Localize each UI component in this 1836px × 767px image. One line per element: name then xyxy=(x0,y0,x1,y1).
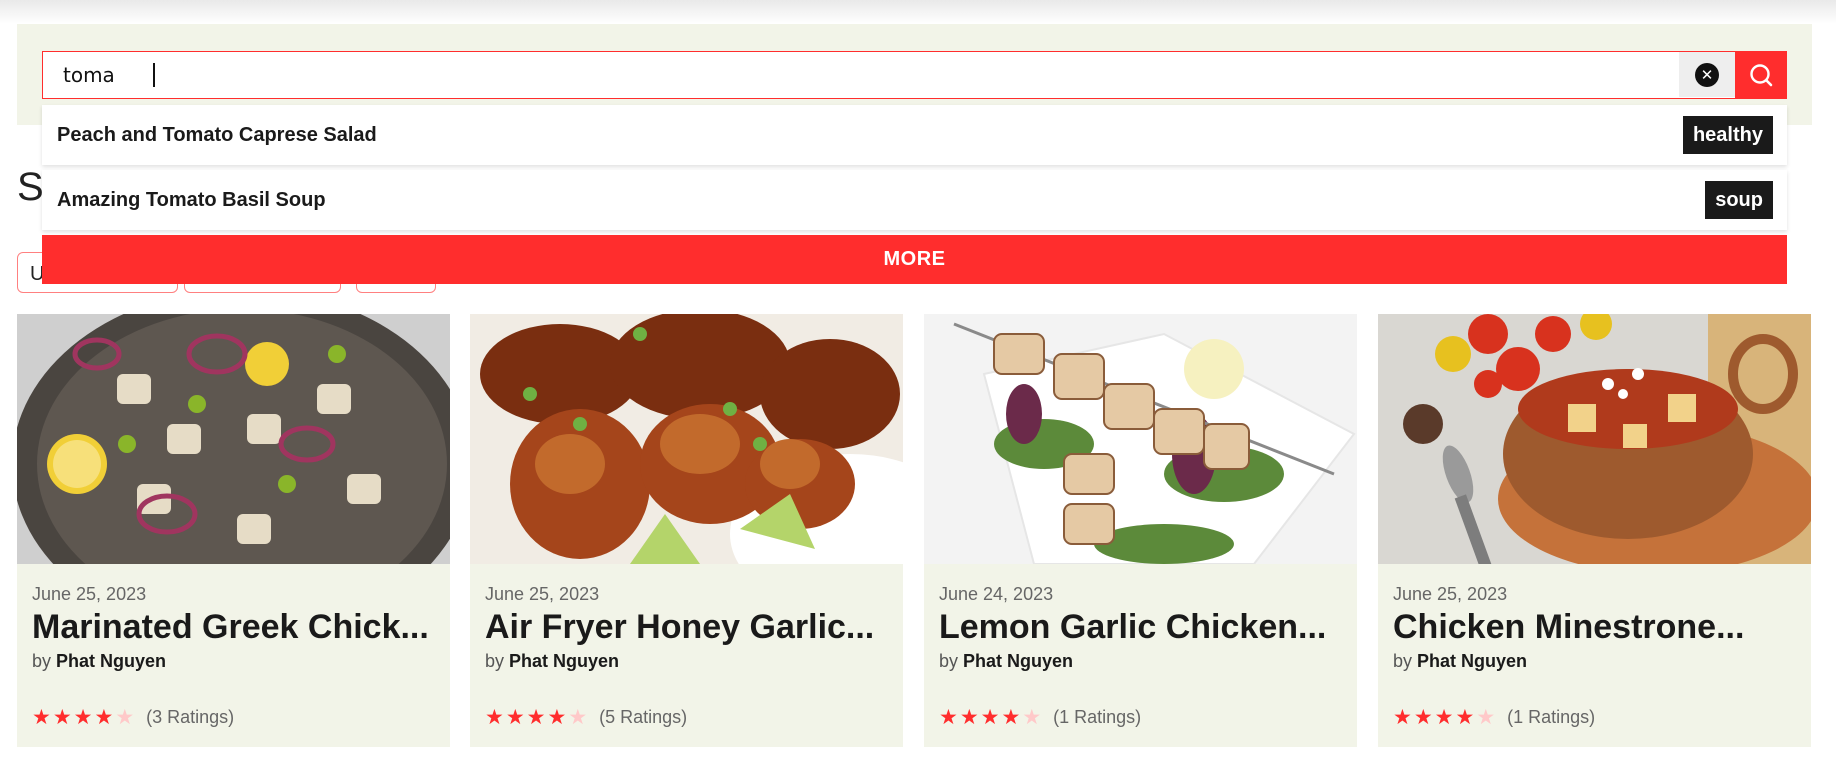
rating-count: (1 Ratings) xyxy=(1507,706,1596,727)
recipe-card[interactable]: June 24, 2023 Lemon Garlic Chicken... by… xyxy=(924,314,1357,747)
recipe-byline: by Phat Nguyen xyxy=(939,651,1074,671)
recipe-title[interactable]: Lemon Garlic Chicken... xyxy=(939,605,1349,649)
recipe-date: June 25, 2023 xyxy=(485,584,600,604)
author-name[interactable]: Phat Nguyen xyxy=(56,651,166,671)
star-icon: ★ xyxy=(485,705,504,729)
star-empty-icon: ★ xyxy=(115,705,135,729)
top-shadow xyxy=(0,0,1836,24)
more-button[interactable]: MORE xyxy=(42,235,1787,284)
recipe-card[interactable]: June 25, 2023 Chicken Minestrone... by P… xyxy=(1378,314,1811,747)
suggestion-tag: healthy xyxy=(1682,116,1773,154)
star-icon: ★ xyxy=(73,705,93,729)
recipe-photo[interactable] xyxy=(924,314,1357,564)
recipe-title[interactable]: Marinated Greek Chick... xyxy=(32,605,442,649)
recipe-date: June 24, 2023 xyxy=(939,584,1054,604)
star-icon: ★ xyxy=(32,705,51,729)
author-name[interactable]: Phat Nguyen xyxy=(963,651,1073,671)
recipe-byline: by Phat Nguyen xyxy=(1393,651,1528,671)
recipe-byline: by Phat Nguyen xyxy=(32,651,167,671)
star-icon: ★ xyxy=(1393,705,1412,729)
star-icon: ★ xyxy=(505,705,525,729)
search-bar: ✕ xyxy=(42,50,1787,99)
star-icon: ★ xyxy=(959,705,979,729)
rating: ★ ★ ★ ★ ★ (1 Ratings) xyxy=(939,706,1141,728)
section-heading: S xyxy=(17,165,44,209)
star-icon: ★ xyxy=(1413,705,1433,729)
rating-count: (5 Ratings) xyxy=(599,706,688,727)
star-empty-icon: ★ xyxy=(1476,705,1496,729)
recipe-card[interactable]: June 25, 2023 Air Fryer Honey Garlic... … xyxy=(470,314,903,747)
star-icon: ★ xyxy=(1001,705,1021,729)
recipe-card[interactable]: June 25, 2023 Marinated Greek Chick... b… xyxy=(17,314,450,747)
rating: ★ ★ ★ ★ ★ (5 Ratings) xyxy=(485,706,687,728)
suggestion-title: Amazing Tomato Basil Soup xyxy=(57,188,326,211)
recipe-photo[interactable] xyxy=(17,314,450,564)
rating: ★ ★ ★ ★ ★ (1 Ratings) xyxy=(1393,706,1595,728)
rating: ★ ★ ★ ★ ★ (3 Ratings) xyxy=(32,706,234,728)
recipe-title[interactable]: Chicken Minestrone... xyxy=(1393,605,1803,649)
star-empty-icon: ★ xyxy=(1022,705,1042,729)
search-input[interactable] xyxy=(43,52,1679,97)
close-circle-icon: ✕ xyxy=(1695,62,1719,87)
star-empty-icon: ★ xyxy=(568,705,588,729)
star-icon: ★ xyxy=(526,705,546,729)
recipe-photo[interactable] xyxy=(1378,314,1811,564)
clear-search-button[interactable]: ✕ xyxy=(1679,52,1735,97)
star-icon: ★ xyxy=(980,705,1000,729)
recipe-date: June 25, 2023 xyxy=(32,584,147,604)
search-submit-button[interactable] xyxy=(1735,50,1786,99)
suggestion-item[interactable]: Peach and Tomato Caprese Salad healthy xyxy=(42,105,1787,165)
star-icon: ★ xyxy=(547,705,567,729)
recipe-byline: by Phat Nguyen xyxy=(485,651,620,671)
recipe-date: June 25, 2023 xyxy=(1393,584,1508,604)
author-name[interactable]: Phat Nguyen xyxy=(509,651,619,671)
recipe-title[interactable]: Air Fryer Honey Garlic... xyxy=(485,605,895,649)
recipe-photo[interactable] xyxy=(470,314,903,564)
star-icon: ★ xyxy=(52,705,72,729)
star-icon: ★ xyxy=(1455,705,1475,729)
suggestion-title: Peach and Tomato Caprese Salad xyxy=(57,123,377,146)
author-name[interactable]: Phat Nguyen xyxy=(1417,651,1527,671)
star-icon: ★ xyxy=(1434,705,1454,729)
text-caret xyxy=(153,63,155,87)
star-icon: ★ xyxy=(94,705,114,729)
suggestion-tag: soup xyxy=(1705,181,1773,219)
search-icon xyxy=(1749,63,1772,86)
rating-count: (1 Ratings) xyxy=(1053,706,1142,727)
rating-count: (3 Ratings) xyxy=(146,706,235,727)
star-icon: ★ xyxy=(939,705,958,729)
suggestion-item[interactable]: Amazing Tomato Basil Soup soup xyxy=(42,170,1787,230)
